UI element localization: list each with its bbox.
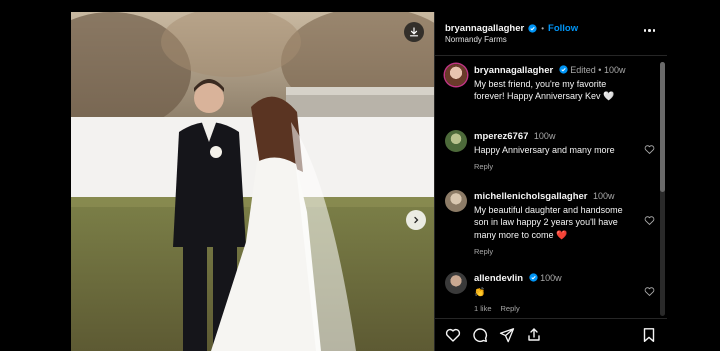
verified-badge-icon bbox=[559, 65, 568, 74]
avatar[interactable] bbox=[445, 130, 467, 152]
download-button[interactable] bbox=[404, 22, 424, 42]
comment-item: mperez6767 100w Happy Anniversary and ma… bbox=[445, 130, 658, 174]
heart-icon[interactable] bbox=[644, 215, 655, 226]
post-location[interactable]: Normandy Farms bbox=[445, 35, 578, 44]
heart-icon[interactable] bbox=[644, 286, 655, 297]
repost-icon[interactable] bbox=[526, 327, 542, 343]
next-media-button[interactable] bbox=[406, 210, 426, 230]
comment-time[interactable]: 100w bbox=[540, 273, 562, 283]
avatar[interactable] bbox=[445, 64, 467, 86]
share-icon[interactable] bbox=[499, 327, 515, 343]
post-side-panel: bryannagallagher • Follow Normandy Farms bbox=[434, 12, 667, 351]
comment-text: My beautiful daughter and handsome son i… bbox=[474, 204, 623, 240]
caption-comment: bryannagallagher Edited • 100w My best f… bbox=[445, 64, 658, 103]
post-action-bar bbox=[435, 318, 667, 351]
post-media[interactable] bbox=[71, 12, 434, 351]
scrollbar-thumb[interactable] bbox=[660, 62, 665, 192]
comment-item: michellenicholsgallagher 100w My beautif… bbox=[445, 190, 658, 259]
comment-username[interactable]: mperez6767 bbox=[474, 131, 528, 142]
like-count[interactable]: 1 like bbox=[474, 303, 492, 316]
post-modal: bryannagallagher • Follow Normandy Farms bbox=[71, 12, 667, 351]
post-header: bryannagallagher • Follow Normandy Farms bbox=[435, 12, 667, 56]
verified-badge-icon bbox=[528, 24, 537, 33]
header-separator: • bbox=[541, 24, 545, 33]
meta-separator: • bbox=[598, 65, 602, 75]
comment-text: My best friend, you're my favorite forev… bbox=[474, 78, 615, 102]
bookmark-icon[interactable] bbox=[641, 327, 657, 343]
comment-time[interactable]: 100w bbox=[604, 65, 626, 75]
comment-text: Happy Anniversary and many more bbox=[474, 144, 615, 155]
follow-button[interactable]: Follow bbox=[548, 23, 578, 34]
comment-text: 👏 bbox=[474, 286, 486, 297]
author-username[interactable]: bryannagallagher bbox=[445, 23, 524, 34]
comment-username[interactable]: michellenicholsgallagher bbox=[474, 191, 588, 202]
verified-badge-icon bbox=[528, 273, 538, 282]
comment-username[interactable]: bryannagallagher bbox=[474, 65, 553, 76]
comment-time[interactable]: 100w bbox=[534, 131, 556, 141]
heart-icon[interactable] bbox=[644, 144, 655, 155]
comment-time[interactable]: 100w bbox=[593, 191, 615, 201]
avatar[interactable] bbox=[445, 272, 467, 294]
edited-label: Edited bbox=[570, 65, 596, 75]
heart-icon[interactable] bbox=[445, 327, 461, 343]
download-icon bbox=[409, 27, 419, 37]
comment-icon[interactable] bbox=[472, 327, 488, 343]
reply-button[interactable]: Reply bbox=[474, 246, 493, 259]
comment-username[interactable]: allendevlin bbox=[474, 273, 523, 284]
reply-button[interactable]: Reply bbox=[474, 161, 493, 174]
reply-button[interactable]: Reply bbox=[501, 303, 520, 316]
comments-scrollbar[interactable] bbox=[660, 62, 665, 316]
more-options-icon[interactable] bbox=[643, 29, 655, 32]
comment-item: allendevlin 100w 👏 1 like Reply bbox=[445, 272, 658, 316]
comments-list[interactable]: bryannagallagher Edited • 100w My best f… bbox=[435, 56, 658, 318]
avatar[interactable] bbox=[445, 190, 467, 212]
chevron-right-icon bbox=[414, 216, 419, 224]
post-photo bbox=[71, 12, 434, 351]
